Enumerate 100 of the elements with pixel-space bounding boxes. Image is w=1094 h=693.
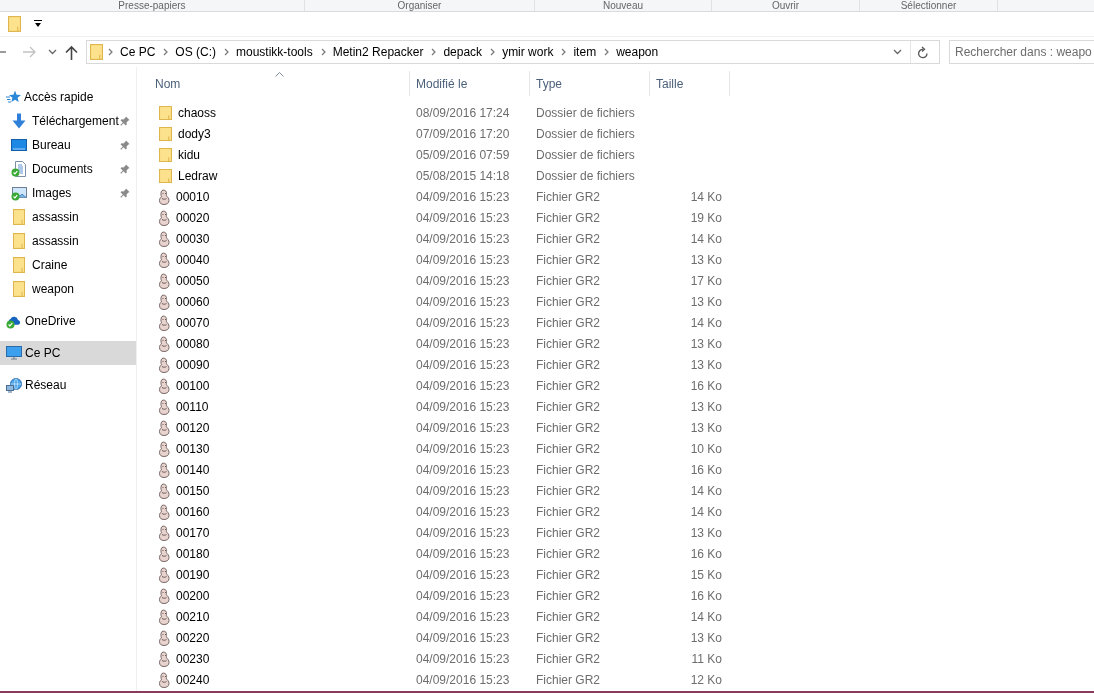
- column-header[interactable]: Modifié le: [410, 71, 530, 96]
- file-type: Fichier GR2: [536, 399, 600, 414]
- chevron-right-icon[interactable]: [604, 48, 610, 56]
- file-name[interactable]: 00240: [176, 672, 210, 687]
- sidebar-item[interactable]: Bureau: [0, 133, 136, 157]
- chevron-down-icon[interactable]: [48, 49, 57, 55]
- chevron-down-icon[interactable]: [893, 49, 902, 55]
- up-arrow-icon[interactable]: [65, 44, 78, 60]
- column-header[interactable]: Taille: [650, 71, 730, 96]
- file-name[interactable]: 00200: [176, 588, 210, 603]
- breadcrumb[interactable]: Ce PC: [117, 42, 159, 62]
- figurine-icon: [158, 545, 170, 562]
- file-name[interactable]: 00130: [176, 441, 210, 456]
- file-name[interactable]: 00110: [176, 399, 209, 414]
- file-name[interactable]: 00230: [176, 651, 210, 666]
- chevron-right-icon[interactable]: [163, 48, 169, 56]
- file-name[interactable]: 00080: [176, 336, 210, 351]
- file-type: Fichier GR2: [536, 273, 600, 288]
- sidebar-item[interactable]: Téléchargement: [0, 109, 136, 133]
- file-type: Fichier GR2: [536, 378, 600, 393]
- file-name[interactable]: 00020: [176, 210, 210, 225]
- chevron-right-icon[interactable]: [224, 48, 229, 56]
- file-name[interactable]: 00070: [176, 315, 210, 330]
- breadcrumb[interactable]: item: [570, 42, 600, 62]
- sidebar-item[interactable]: Ce PC: [0, 341, 136, 365]
- file-name[interactable]: Ledraw: [178, 168, 218, 183]
- chevron-right-icon[interactable]: [320, 48, 326, 56]
- modified-date: 04/09/2016 15:23: [416, 399, 510, 414]
- file-name[interactable]: 00140: [176, 462, 210, 477]
- column-header[interactable]: Type: [530, 71, 650, 96]
- search-field[interactable]: Rechercher dans : weapo: [949, 40, 1094, 64]
- figurine-icon: [158, 461, 170, 478]
- file-name[interactable]: 00210: [176, 609, 210, 624]
- sidebar-item[interactable]: Réseau: [0, 373, 136, 397]
- figurine-icon: [158, 356, 170, 373]
- sidebar-item[interactable]: Images: [0, 181, 136, 205]
- figurine-icon: [158, 398, 170, 415]
- modified-date: 04/09/2016 15:23: [416, 630, 510, 645]
- figurine-icon: [158, 503, 170, 520]
- breadcrumb[interactable]: weapon: [613, 42, 662, 62]
- modified-date: 04/09/2016 15:23: [416, 231, 510, 246]
- file-name[interactable]: 00090: [176, 357, 210, 372]
- chevron-right-icon[interactable]: [490, 48, 496, 56]
- column-header[interactable]: Nom: [149, 71, 410, 96]
- file-name[interactable]: 00220: [176, 630, 210, 645]
- sidebar-item[interactable]: weapon: [0, 277, 136, 301]
- file-name[interactable]: 00120: [176, 420, 210, 435]
- file-name[interactable]: 00150: [176, 483, 210, 498]
- file-size: 13 Ko: [690, 525, 722, 540]
- file-name[interactable]: 00050: [176, 273, 210, 288]
- chevron-right-icon[interactable]: [431, 48, 437, 56]
- file-name[interactable]: 00010: [176, 189, 210, 204]
- file-type: Fichier GR2: [536, 420, 600, 435]
- breadcrumb[interactable]: Metin2 Repacker: [329, 42, 427, 62]
- file-size: 14 Ko: [690, 231, 722, 246]
- figurine-icon: [158, 272, 170, 289]
- breadcrumb[interactable]: OS (C:): [172, 42, 219, 62]
- picture-check-icon: [11, 185, 27, 201]
- sidebar-item[interactable]: Documents: [0, 157, 136, 181]
- file-name[interactable]: 00170: [176, 525, 210, 540]
- file-name[interactable]: 00060: [176, 294, 210, 309]
- sidebar-item[interactable]: Accès rapide: [0, 85, 136, 109]
- figurine-icon: [158, 650, 170, 667]
- file-type: Fichier GR2: [536, 483, 600, 498]
- file-name[interactable]: chaoss: [178, 105, 217, 120]
- refresh-icon[interactable]: [917, 45, 929, 59]
- address-field[interactable]: Ce PC OS (C:) moustikk-tools Metin2 Repacker depack ymir work item weapon: [86, 40, 940, 64]
- file-size: 10 Ko: [690, 441, 722, 456]
- file-name[interactable]: 00040: [176, 252, 210, 267]
- file-name[interactable]: 00180: [176, 546, 210, 561]
- modified-date: 04/09/2016 15:23: [416, 315, 510, 330]
- file-type: Dossier de fichiers: [536, 126, 635, 141]
- ribbon-group-label: Organiser: [397, 0, 442, 11]
- modified-date: 04/09/2016 15:23: [416, 546, 510, 561]
- sidebar-item[interactable]: assassin: [0, 229, 136, 253]
- breadcrumb[interactable]: depack: [440, 42, 486, 62]
- modified-date: 08/09/2016 17:24: [416, 105, 510, 120]
- figurine-icon: [158, 230, 170, 247]
- breadcrumb[interactable]: moustikk-tools: [233, 42, 316, 62]
- figurine-icon: [158, 377, 170, 394]
- file-name[interactable]: 00160: [176, 504, 210, 519]
- file-name[interactable]: dody3: [178, 126, 211, 141]
- sidebar-item[interactable]: OneDrive: [0, 309, 136, 333]
- file-name[interactable]: kidu: [178, 147, 200, 162]
- dropdown-caret-icon[interactable]: [34, 20, 42, 28]
- sidebar-item[interactable]: assassin: [0, 205, 136, 229]
- chevron-right-icon[interactable]: [561, 48, 567, 56]
- folder-icon: [159, 126, 172, 141]
- chevron-right-icon[interactable]: [108, 48, 113, 56]
- folder-icon: [13, 209, 25, 225]
- modified-date: 04/09/2016 15:23: [416, 525, 510, 540]
- file-type: Dossier de fichiers: [536, 147, 635, 162]
- file-size: 15 Ko: [690, 567, 722, 582]
- breadcrumb[interactable]: ymir work: [499, 42, 557, 62]
- file-type: Fichier GR2: [536, 609, 600, 624]
- file-name[interactable]: 00190: [176, 567, 210, 582]
- file-name[interactable]: 00100: [176, 378, 210, 393]
- sidebar-item[interactable]: Craine: [0, 253, 136, 277]
- sort-up-icon: [275, 72, 284, 77]
- file-name[interactable]: 00030: [176, 231, 210, 246]
